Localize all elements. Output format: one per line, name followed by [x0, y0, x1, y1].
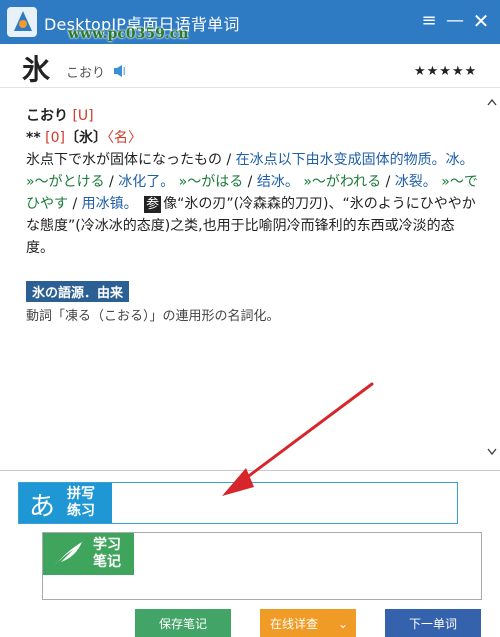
save-note-button[interactable]: 保存笔记 — [135, 609, 231, 637]
definition-ja: 氷点下で水が固体になったもの — [26, 152, 222, 168]
spell-label: あ 拼写 练习 — [19, 483, 112, 523]
example-zh: 用冰镇。 — [81, 196, 138, 212]
entry-pos-line: ** [0]〔氷〕〈名〉 — [26, 127, 478, 149]
note-label: 学习 笔记 — [43, 533, 134, 575]
example-ja: »～がわれる — [303, 174, 382, 190]
feather-icon — [54, 542, 82, 566]
examples: »～がとける / 冰化了。 »～がはる / 结冰。 »～がわれる / 冰裂。 »… — [26, 174, 478, 256]
scrollbar[interactable] — [484, 89, 500, 469]
rating-stars: ★★★★★ — [414, 64, 478, 79]
spell-practice: あ 拼写 练习 — [18, 482, 458, 524]
menu-button[interactable]: ≡ — [416, 8, 442, 34]
title-bar: DesktopJP桌面日语背单词 www.pc0359.cn ≡ — ✕ — [0, 0, 500, 44]
kanji-bracket: 〔氷〕 — [64, 130, 107, 146]
next-word-button[interactable]: 下一单词 — [385, 609, 481, 637]
divider — [0, 470, 500, 471]
entry-kana: こおり — [26, 108, 68, 124]
example-ja: »～がはる — [178, 174, 244, 190]
example-zh: 冰裂。 — [394, 174, 437, 190]
close-button[interactable]: ✕ — [468, 8, 494, 34]
accent-u: [U] — [72, 108, 94, 124]
kana-icon: あ — [29, 492, 56, 522]
minimize-button[interactable]: — — [442, 8, 468, 34]
etymology-title: 氷の語源．由来 — [26, 281, 130, 302]
part-of-speech: 〈名〉 — [106, 130, 142, 146]
reading: こおり — [66, 66, 106, 81]
chevron-down-icon: ⌄ — [337, 617, 348, 631]
online-lookup-label: 在线详查 — [270, 617, 319, 631]
star-prefix: ** — [26, 130, 41, 146]
note-input[interactable] — [135, 533, 481, 599]
scroll-down-icon[interactable] — [487, 448, 497, 456]
etymology-text: 動詞「凍る（こおる）」の連用形の名詞化。 — [26, 309, 280, 324]
speaker-icon[interactable] — [113, 64, 127, 78]
example-zh: 结冰。 — [256, 174, 299, 190]
watermark: www.pc0359.cn — [68, 26, 189, 42]
online-lookup-button[interactable]: 在线详查 ⌄ — [260, 609, 356, 637]
spell-label-text: 拼写 练习 — [67, 486, 95, 519]
reference-tag: 参 — [144, 196, 162, 213]
definition-zh: 在冰点以下由水变成固体的物质。冰。 — [235, 152, 474, 168]
example-zh: 冰化了。 — [118, 174, 175, 190]
accent-0: [0] — [45, 130, 65, 146]
app-logo-icon — [7, 7, 37, 37]
entry-head: こおり [U] — [26, 105, 478, 127]
example-ja: »～がとける — [26, 174, 105, 190]
spell-input[interactable] — [113, 483, 457, 523]
definition-panel: こおり [U] ** [0]〔氷〕〈名〉 氷点下で水が固体になったもの / 在冰… — [0, 89, 500, 469]
definition-text: 氷点下で水が固体になったもの / 在冰点以下由水变成固体的物质。冰。 — [26, 152, 474, 168]
word-header: 氷 こおり ★★★★★ — [0, 44, 500, 88]
scroll-up-icon[interactable] — [487, 98, 497, 106]
study-notes: 学习 笔记 — [42, 532, 482, 600]
note-label-text: 学习 笔记 — [93, 537, 121, 570]
headword: 氷 — [22, 53, 51, 86]
